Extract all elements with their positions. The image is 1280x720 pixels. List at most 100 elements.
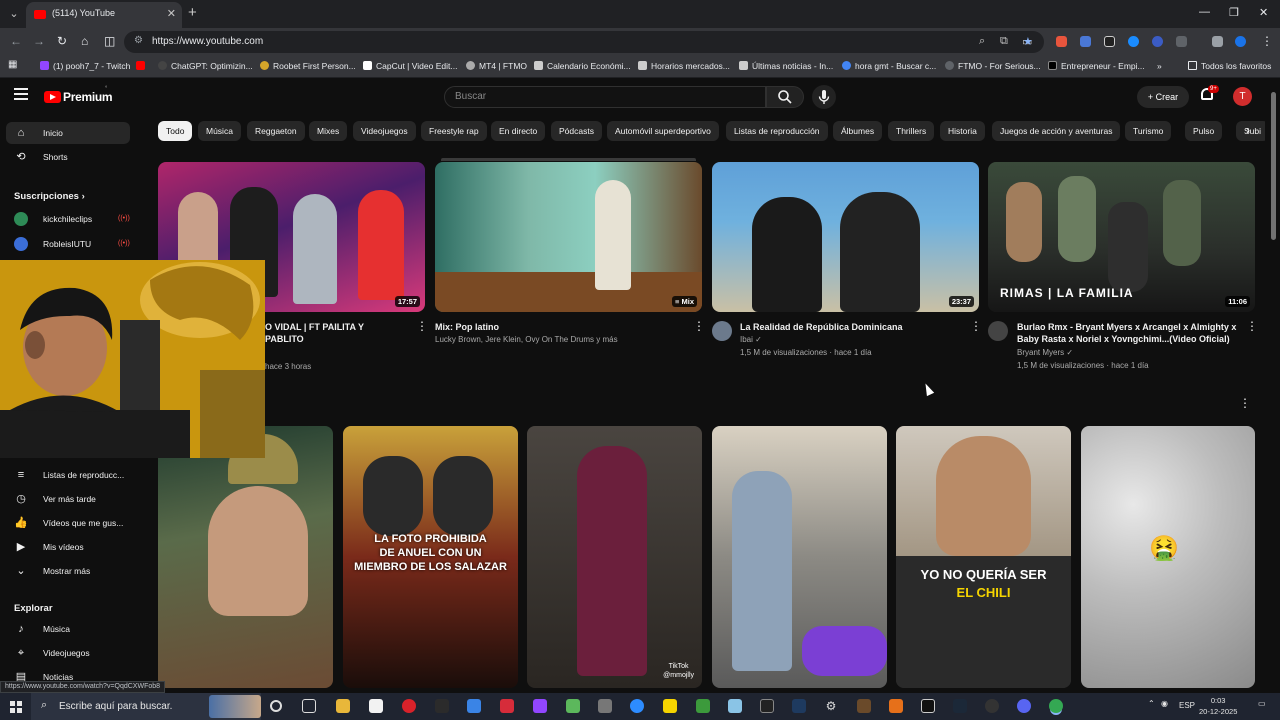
app-icon[interactable] bbox=[500, 699, 514, 713]
opera-icon[interactable] bbox=[402, 699, 416, 713]
chip-listas[interactable]: Listas de reproducción bbox=[726, 121, 828, 141]
video-menu-icon[interactable] bbox=[693, 319, 705, 333]
video-thumbnail[interactable]: RIMAS | LA FAMILIA 11:06 bbox=[988, 162, 1255, 312]
new-tab-icon[interactable]: + bbox=[188, 4, 197, 21]
chip-thrillers[interactable]: Thrillers bbox=[888, 121, 935, 141]
sidebar-item-shorts[interactable]: ⟲ Shorts bbox=[6, 146, 130, 168]
short-thumbnail[interactable]: TikTok @mmojlly bbox=[527, 426, 702, 688]
extension-2-icon[interactable] bbox=[1080, 36, 1091, 47]
cortana-icon[interactable] bbox=[270, 700, 282, 712]
subscriptions-heading[interactable]: Suscripciones › bbox=[14, 191, 85, 202]
browser-tab-youtube[interactable]: (5114) YouTube ✕ bbox=[26, 2, 182, 28]
reload-icon[interactable]: ↻ bbox=[57, 34, 67, 48]
app-icon[interactable] bbox=[467, 699, 481, 713]
system-clock[interactable]: 0:03 20-12-2025 bbox=[1199, 695, 1237, 717]
input-language[interactable]: ESP bbox=[1179, 701, 1195, 710]
split-view-icon[interactable]: ◫ bbox=[104, 34, 115, 48]
search-button[interactable] bbox=[766, 86, 804, 108]
bookmark-entrepreneur[interactable]: Entrepreneur - Empi... bbox=[1048, 61, 1145, 71]
sidebar-item-kickchileclips[interactable]: kickchileclips ((•)) bbox=[6, 208, 130, 230]
menu-kebab-icon[interactable]: ⋮ bbox=[1261, 34, 1273, 48]
profile-icon[interactable] bbox=[1235, 36, 1246, 47]
chrome-icon[interactable] bbox=[1049, 699, 1063, 713]
video-menu-icon[interactable] bbox=[970, 319, 982, 333]
bookmark-noticias[interactable]: Últimas noticias - In... bbox=[739, 61, 833, 71]
more-bookmarks-icon[interactable]: » bbox=[1157, 61, 1162, 71]
tab-search-chevron-icon[interactable]: ⌄ bbox=[4, 4, 24, 24]
sidebar-item-gaming[interactable]: ⌖ Videojuegos bbox=[6, 642, 130, 664]
extension-3-icon[interactable] bbox=[1104, 36, 1115, 47]
youtube-logo-icon[interactable] bbox=[44, 91, 61, 103]
discord-icon[interactable] bbox=[1017, 699, 1031, 713]
file-explorer-icon[interactable] bbox=[336, 699, 350, 713]
windows-start-icon[interactable] bbox=[10, 701, 22, 713]
chip-freestyle-rap[interactable]: Freestyle rap bbox=[421, 121, 487, 141]
reading-list-icon[interactable] bbox=[1212, 36, 1223, 47]
home-icon[interactable]: ⌂ bbox=[81, 34, 88, 48]
extension-5-icon[interactable] bbox=[1152, 36, 1163, 47]
channel-avatar[interactable] bbox=[712, 321, 732, 341]
notifications-icon[interactable]: ▭ bbox=[1258, 699, 1266, 708]
capcut-icon[interactable] bbox=[760, 699, 774, 713]
bookmark-ftmo[interactable]: FTMO - For Serious... bbox=[945, 61, 1041, 71]
network-icon[interactable]: ◉ bbox=[1161, 699, 1168, 708]
chip-todo[interactable]: Todo bbox=[158, 121, 193, 141]
app-icon[interactable] bbox=[985, 699, 999, 713]
video-menu-icon[interactable] bbox=[1246, 319, 1258, 333]
install-app-icon[interactable]: ⧉ bbox=[1000, 35, 1008, 48]
twitch-icon[interactable] bbox=[533, 699, 547, 713]
tray-chevron-icon[interactable]: ⌃ bbox=[1148, 699, 1155, 708]
bookmark-horarios[interactable]: Horarios mercados... bbox=[638, 61, 730, 71]
channel-name[interactable]: Ibai ✓ bbox=[740, 335, 762, 344]
notepad-icon[interactable] bbox=[369, 699, 383, 713]
sidebar-item-playlists[interactable]: ≡ Listas de reproducc... bbox=[6, 464, 130, 486]
bookmark-youtube-icon[interactable] bbox=[136, 61, 149, 71]
video-title[interactable]: Mix: Pop latino bbox=[435, 321, 685, 333]
app-icon[interactable] bbox=[566, 699, 580, 713]
bookmark-capcut[interactable]: CapCut | Video Edit... bbox=[363, 61, 457, 71]
video-thumbnail[interactable]: ≡ Mix bbox=[435, 162, 702, 312]
steam-icon[interactable] bbox=[953, 699, 967, 713]
page-scrollbar[interactable] bbox=[1271, 92, 1276, 240]
bookmark-roobet[interactable]: Roobet First Person... bbox=[260, 61, 356, 71]
close-tab-icon[interactable]: ✕ bbox=[167, 7, 176, 20]
channel-avatar[interactable] bbox=[988, 321, 1008, 341]
bookmark-hora-gmt[interactable]: hora gmt - Buscar c... bbox=[842, 61, 936, 71]
app-icon[interactable] bbox=[792, 699, 806, 713]
create-button[interactable]: + Crear bbox=[1137, 86, 1189, 108]
app-icon[interactable] bbox=[435, 699, 449, 713]
short-thumbnail[interactable] bbox=[158, 426, 333, 688]
minecraft-icon[interactable] bbox=[696, 699, 710, 713]
chip-subi[interactable]: Subi bbox=[1236, 121, 1265, 141]
chip-historia[interactable]: Historia bbox=[940, 121, 985, 141]
short-thumbnail[interactable]: LA FOTO PROHIBIDA DE ANUEL CON UN MIEMBR… bbox=[343, 426, 518, 688]
extension-4-icon[interactable] bbox=[1128, 36, 1139, 47]
chip-mixes[interactable]: Mixes bbox=[309, 121, 348, 141]
shorts-section-menu-icon[interactable] bbox=[1239, 396, 1251, 410]
chip-en-directo[interactable]: En directo bbox=[491, 121, 546, 141]
extensions-puzzle-icon[interactable] bbox=[1176, 36, 1187, 47]
chip-musica[interactable]: Música bbox=[198, 121, 241, 141]
app-icon[interactable] bbox=[889, 699, 903, 713]
bookmark-star-icon[interactable]: ★ bbox=[1023, 35, 1033, 48]
video-title[interactable]: La Realidad de República Dominicana bbox=[740, 321, 965, 333]
zoom-app-icon[interactable] bbox=[630, 699, 644, 713]
chip-videojuegos[interactable]: Videojuegos bbox=[353, 121, 416, 141]
chip-turismo[interactable]: Turismo bbox=[1125, 121, 1172, 141]
apps-grid-icon[interactable]: ▦ bbox=[8, 59, 17, 70]
minimize-icon[interactable]: — bbox=[1199, 6, 1210, 18]
chip-reggaeton[interactable]: Reggaeton bbox=[247, 121, 305, 141]
app-icon[interactable] bbox=[728, 699, 742, 713]
chip-automovil[interactable]: Automóvil superdeportivo bbox=[607, 121, 719, 141]
video-thumbnail[interactable]: 23:37 bbox=[712, 162, 979, 312]
sidebar-item-robleisiutu[interactable]: RobleisIUTU ((•)) bbox=[6, 233, 130, 255]
hamburger-menu-icon[interactable] bbox=[14, 88, 28, 100]
sidebar-item-show-more[interactable]: ⌄ Mostrar más bbox=[6, 560, 130, 582]
settings-gear-icon[interactable]: ⚙ bbox=[824, 699, 838, 713]
app-icon[interactable] bbox=[857, 699, 871, 713]
chip-podcasts[interactable]: Pódcasts bbox=[551, 121, 602, 141]
sidebar-item-music[interactable]: ♪ Música bbox=[6, 618, 130, 640]
app-icon[interactable] bbox=[598, 699, 612, 713]
app-icon[interactable] bbox=[663, 699, 677, 713]
video-title[interactable]: O VIDAL | FT PAILITA Y PABLITO bbox=[265, 321, 405, 345]
